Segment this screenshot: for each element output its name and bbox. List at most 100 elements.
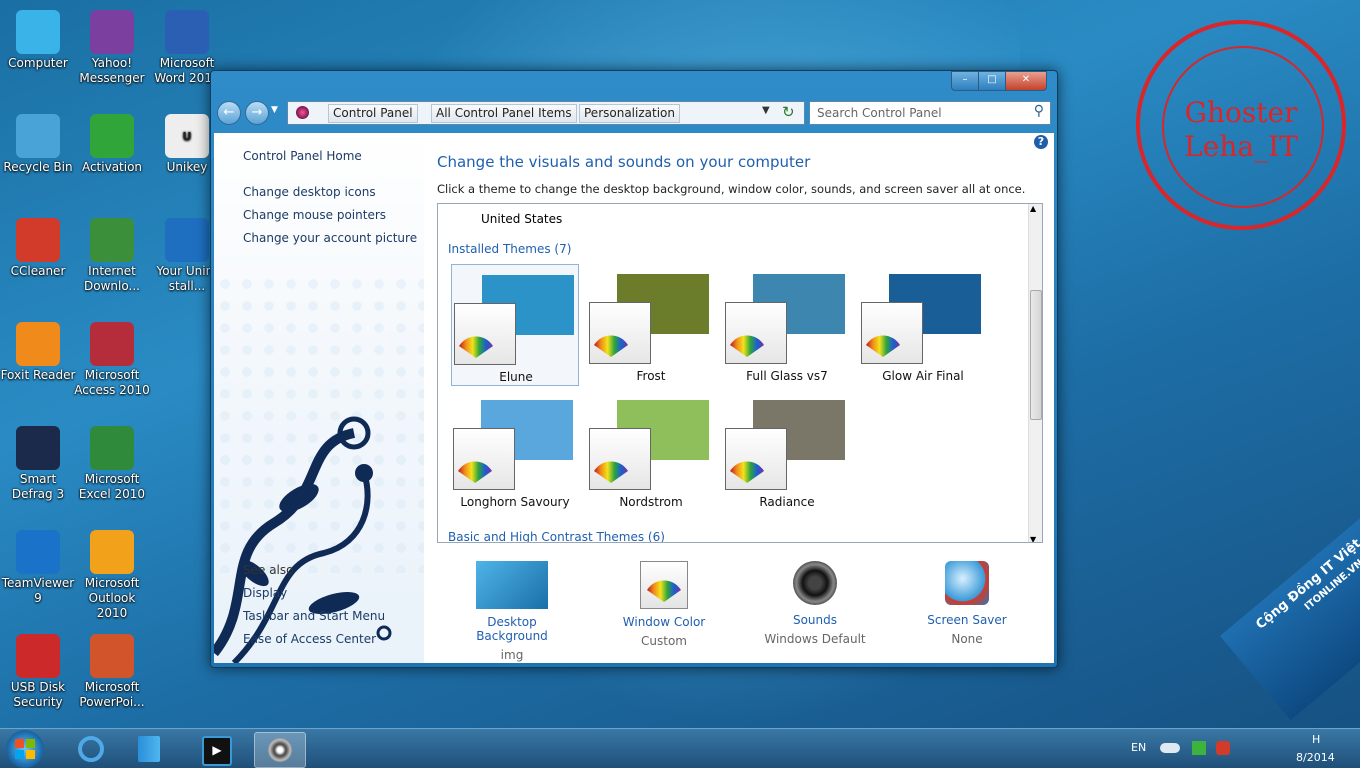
control-panel-home-link[interactable]: Control Panel Home (243, 149, 362, 163)
desktop-icon-label: Foxit Reader (0, 368, 76, 382)
desktop-background-label[interactable]: Desktop Background (452, 615, 572, 643)
theme-color-preview (589, 302, 651, 364)
taskbar-start-menu-link[interactable]: Taskbar and Start Menu (243, 609, 385, 623)
action-center-flag-icon[interactable] (1192, 741, 1206, 755)
theme-list-scrollbar[interactable]: ▲ ▼ (1028, 204, 1042, 542)
desktop-app-icon (90, 10, 134, 54)
desktop-icon-label: Smart Defrag 3 (11, 472, 65, 501)
desktop-icon-11[interactable]: Smart Defrag 3 (0, 422, 76, 502)
help-icon[interactable]: ? (1034, 135, 1048, 149)
scroll-up-icon[interactable]: ▲ (1030, 204, 1036, 213)
desktop-icon-14[interactable]: Microsoft Outlook 2010 (74, 526, 150, 621)
start-button[interactable] (6, 730, 44, 768)
desktop-icon-label: Yahoo! Messenger (79, 56, 145, 85)
search-input[interactable]: Search Control Panel ⚲ (809, 101, 1051, 125)
theme-name: Frost (636, 369, 666, 383)
theme-6[interactable]: Radiance (723, 390, 851, 512)
watermark-banner: Cộng Đồng IT Việt Nam ITONLINE.VN (1220, 481, 1360, 721)
change-desktop-icons-link[interactable]: Change desktop icons (243, 185, 376, 199)
top-theme-item[interactable]: United States (481, 212, 562, 226)
desktop-app-icon (16, 10, 60, 54)
media-player-taskbar[interactable]: ▶ (192, 732, 242, 766)
clock-time[interactable]: H (1312, 733, 1320, 746)
personalization-window: – □ ✕ ← → ▼ Control Panel All Control Pa… (210, 70, 1058, 668)
theme-5[interactable]: Nordstrom (587, 390, 715, 512)
screen-saver-label[interactable]: Screen Saver (907, 613, 1027, 627)
sounds-label[interactable]: Sounds (755, 613, 875, 627)
screen-saver-value: None (951, 632, 983, 646)
desktop-icon-7[interactable]: Internet Downlo... (74, 214, 150, 294)
desktop-app-icon (16, 530, 60, 574)
desktop-icon-1[interactable]: Yahoo! Messenger (74, 6, 150, 86)
scroll-thumb[interactable] (1030, 290, 1042, 420)
theme-3[interactable]: Glow Air Final (859, 264, 987, 386)
minimize-button[interactable]: – (951, 71, 979, 91)
stamp-line2: Leha_IT (1184, 130, 1298, 163)
desktop-app-icon (16, 322, 60, 366)
theme-color-preview (589, 428, 651, 490)
search-icon[interactable]: ⚲ (1034, 103, 1044, 119)
taskbar: ▶ EN H 8/2014 (0, 728, 1360, 768)
forward-button[interactable]: → (245, 101, 269, 125)
theme-color-preview (725, 302, 787, 364)
desktop-icon-9[interactable]: Foxit Reader (0, 318, 76, 383)
desktop-icon-12[interactable]: Microsoft Excel 2010 (74, 422, 150, 502)
desktop-icon-13[interactable]: TeamViewer 9 (0, 526, 76, 606)
window-color-icon (640, 561, 688, 609)
desktop-app-icon (16, 634, 60, 678)
control-panel-icon (296, 106, 309, 119)
language-indicator[interactable]: EN (1131, 741, 1146, 754)
window-color-label[interactable]: Window Color (604, 615, 724, 629)
desktop-app-icon (90, 530, 134, 574)
clock-date[interactable]: 8/2014 (1296, 751, 1335, 764)
close-button[interactable]: ✕ (1005, 71, 1047, 91)
display-link[interactable]: Display (243, 586, 287, 600)
desktop-icon-6[interactable]: CCleaner (0, 214, 76, 279)
see-also-heading: See also (243, 563, 294, 577)
desktop-icon-4[interactable]: Activation (74, 110, 150, 175)
maximize-button[interactable]: □ (978, 71, 1006, 91)
address-dropdown-icon[interactable]: ▼ (762, 105, 770, 116)
theme-list: United States Installed Themes (7) Elune… (437, 203, 1043, 543)
back-button[interactable]: ← (217, 101, 241, 125)
internet-explorer-taskbar[interactable] (66, 732, 116, 766)
theme-0[interactable]: Elune (451, 264, 579, 386)
theme-name: Nordstrom (619, 495, 683, 509)
desktop-icon-16[interactable]: Microsoft PowerPoi... (74, 630, 150, 710)
desktop-icon-3[interactable]: Recycle Bin (0, 110, 76, 175)
change-account-picture-link[interactable]: Change your account picture (243, 231, 417, 245)
desktop-icon-label: Internet Downlo... (84, 264, 140, 293)
tray-toggle-icon[interactable] (1160, 743, 1180, 753)
theme-4[interactable]: Longhorn Savoury (451, 390, 579, 512)
desktop-icon-0[interactable]: Computer (0, 6, 76, 71)
sounds-setting[interactable]: Sounds Windows Default (755, 561, 875, 646)
breadcrumb-control-panel[interactable]: Control Panel (328, 104, 418, 123)
basic-themes-header[interactable]: Basic and High Contrast Themes (6) (448, 530, 665, 542)
desktop-app-icon (90, 114, 134, 158)
desktop-icon-10[interactable]: Microsoft Access 2010 (74, 318, 150, 398)
window-color-setting[interactable]: Window Color Custom (604, 561, 724, 648)
search-placeholder: Search Control Panel (817, 106, 942, 120)
recent-pages-icon[interactable]: ▼ (271, 105, 278, 115)
refresh-icon[interactable]: ↻ (782, 103, 795, 121)
breadcrumb-all-items[interactable]: All Control Panel Items (431, 104, 577, 123)
scroll-down-icon[interactable]: ▼ (1030, 535, 1036, 542)
theme-color-preview (453, 428, 515, 490)
desktop-icon-15[interactable]: USB Disk Security (0, 630, 76, 710)
ease-of-access-link[interactable]: Ease of Access Center (243, 632, 376, 646)
theme-2[interactable]: Full Glass vs7 (723, 264, 851, 386)
theme-1[interactable]: Frost (587, 264, 715, 386)
tray-app-icon[interactable] (1216, 741, 1230, 755)
installed-themes-header[interactable]: Installed Themes (7) (448, 242, 571, 256)
change-mouse-pointers-link[interactable]: Change mouse pointers (243, 208, 386, 222)
desktop-background-value: img (500, 648, 524, 662)
address-bar[interactable]: Control Panel All Control Panel Items Pe… (287, 101, 805, 125)
explorer-taskbar[interactable] (124, 732, 174, 766)
page-title: Change the visuals and sounds on your co… (437, 153, 811, 171)
desktop-app-icon (16, 218, 60, 262)
desktop-icon-label: CCleaner (10, 264, 66, 278)
screen-saver-setting[interactable]: Screen Saver None (907, 561, 1027, 646)
control-panel-taskbar[interactable] (254, 732, 306, 768)
breadcrumb-personalization[interactable]: Personalization (579, 104, 680, 123)
desktop-background-setting[interactable]: Desktop Background img (452, 561, 572, 662)
